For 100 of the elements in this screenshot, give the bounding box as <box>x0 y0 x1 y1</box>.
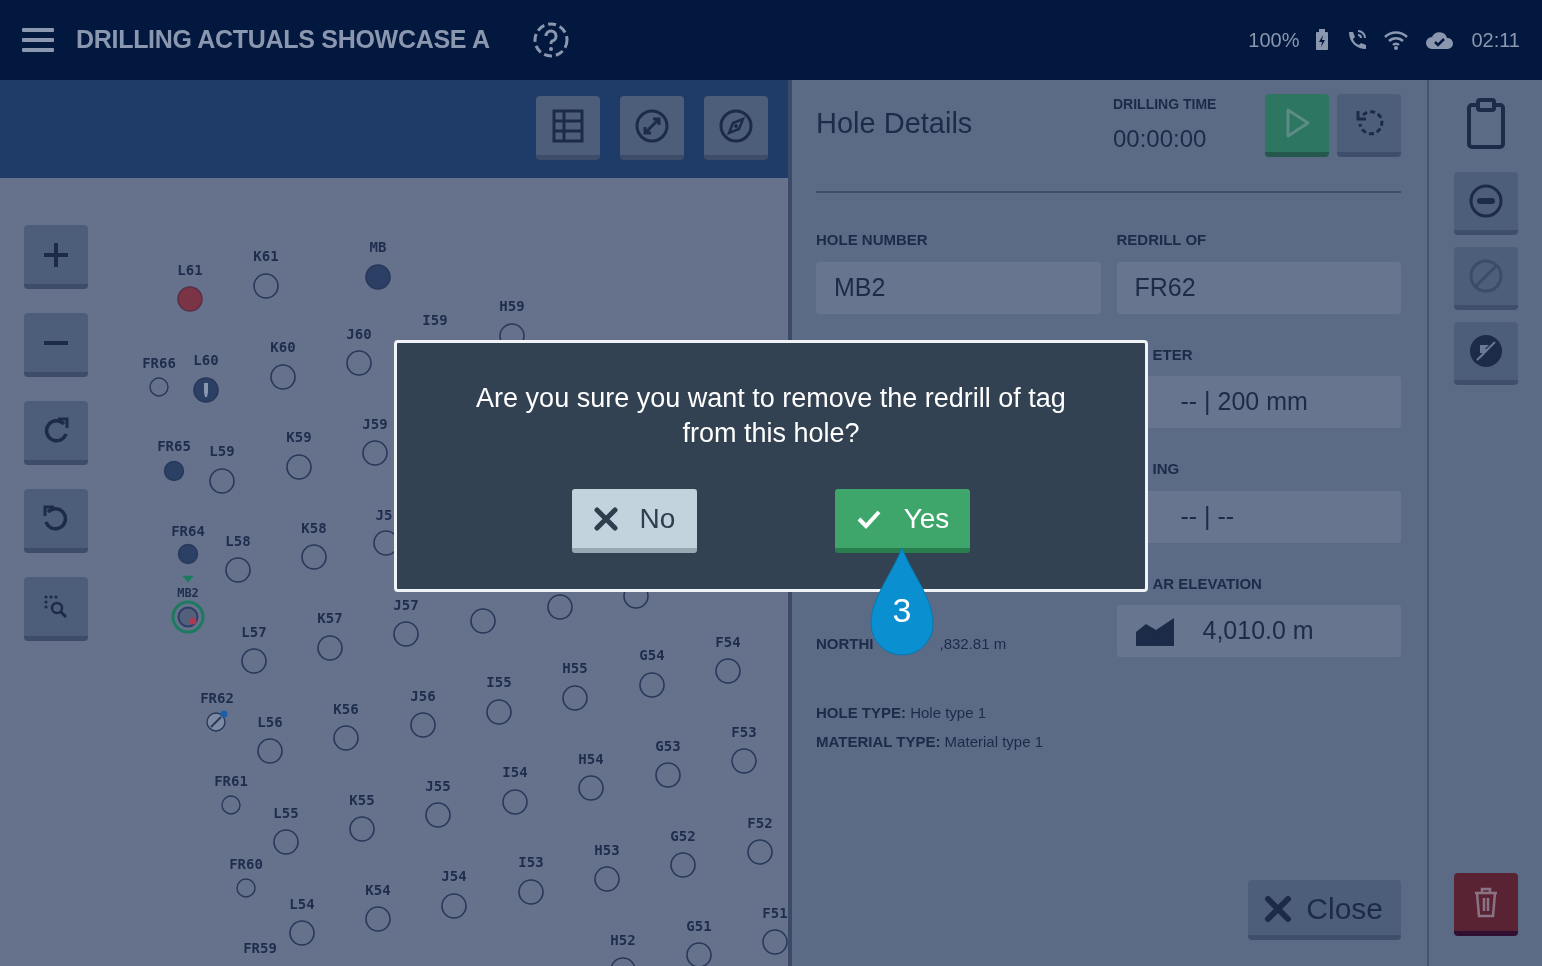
grid-button[interactable] <box>536 96 600 160</box>
hole-marker[interactable] <box>332 724 360 752</box>
menu-icon[interactable] <box>22 26 54 54</box>
hole-marker[interactable] <box>714 657 742 685</box>
hole-marker[interactable] <box>761 928 788 956</box>
hole-marker[interactable] <box>364 905 392 933</box>
trash-icon <box>1472 886 1499 918</box>
hole-marker[interactable] <box>593 865 621 893</box>
hole-marker[interactable] <box>224 556 252 584</box>
hole-marker[interactable] <box>240 647 268 675</box>
hole-label: H54 <box>578 752 604 766</box>
hole-label: J54 <box>441 869 467 883</box>
hole-label: G51 <box>686 919 712 933</box>
hole-label: I59 <box>422 313 448 327</box>
compass-button[interactable] <box>704 96 768 160</box>
battery-percentage: 100% <box>1248 28 1300 53</box>
help-icon[interactable] <box>531 21 570 59</box>
hole-marker[interactable] <box>272 828 300 856</box>
hole-marker[interactable] <box>685 941 713 966</box>
hole-marker[interactable] <box>501 788 529 816</box>
hole-marker[interactable] <box>220 794 242 816</box>
hole-marker[interactable] <box>730 747 758 775</box>
hole-label: L58 <box>225 534 251 548</box>
no-button[interactable]: No <box>572 489 697 554</box>
hole-marker[interactable] <box>177 543 199 565</box>
hole-label: L55 <box>273 806 299 820</box>
field-value: 4,010.0 m <box>1202 615 1314 647</box>
hole-marker[interactable] <box>300 543 328 571</box>
hole-label: FR66 <box>142 356 176 370</box>
yes-button[interactable]: Yes <box>835 489 970 554</box>
hole-marker[interactable] <box>205 709 229 733</box>
hole-marker[interactable] <box>546 593 574 621</box>
hole-label: J59 <box>362 417 388 431</box>
hole-label: K54 <box>365 883 391 897</box>
zoom-to-fit-button[interactable] <box>24 577 88 641</box>
field-value: ,832.81 m <box>939 633 1007 654</box>
zoom-out-button[interactable] <box>24 313 88 377</box>
hole-marker[interactable] <box>561 684 589 712</box>
hole-marker[interactable] <box>285 453 313 481</box>
hole-marker[interactable] <box>176 285 204 313</box>
hole-label: K58 <box>301 521 327 535</box>
reset-button[interactable] <box>1337 94 1401 157</box>
zoom-in-button[interactable] <box>24 225 88 289</box>
hole-label: J5 <box>375 508 393 522</box>
hole-label: J55 <box>425 779 451 793</box>
hole-marker[interactable] <box>269 363 297 391</box>
hole-marker[interactable] <box>392 620 420 648</box>
hole-marker[interactable] <box>288 919 316 947</box>
hole-marker[interactable] <box>746 838 774 866</box>
hole-marker[interactable] <box>669 851 697 879</box>
undo-button[interactable] <box>24 489 88 553</box>
hole-marker[interactable] <box>256 737 284 765</box>
info-line: MATERIAL TYPE: Material type 1 <box>816 731 1044 752</box>
hole-marker[interactable] <box>316 634 344 662</box>
play-button[interactable] <box>1265 94 1329 157</box>
hole-label: K59 <box>286 430 312 444</box>
hole-marker[interactable] <box>163 460 185 482</box>
wifi-icon <box>1383 30 1410 50</box>
hole-label: MB <box>369 240 387 254</box>
pointer-icon <box>182 575 194 583</box>
field-label: REDRILL OF <box>1116 230 1208 250</box>
delete-button[interactable] <box>1453 873 1518 936</box>
hole-label: J57 <box>393 598 419 612</box>
hole-label: FR60 <box>229 857 263 871</box>
hole-marker[interactable] <box>361 439 389 467</box>
redo-button[interactable] <box>24 401 88 465</box>
hole-marker[interactable] <box>577 774 605 802</box>
hole-label: FR64 <box>171 524 205 538</box>
hole-marker[interactable] <box>208 467 236 495</box>
remove-button[interactable] <box>1453 172 1518 235</box>
hole-marker[interactable] <box>517 878 545 906</box>
hole-marker[interactable] <box>424 801 452 829</box>
hole-label: K56 <box>333 702 359 716</box>
hole-marker[interactable] <box>235 877 257 899</box>
drilling-time-value: 00:00:00 <box>1113 124 1208 154</box>
hole-label: K60 <box>270 340 296 354</box>
hole-marker[interactable] <box>469 607 497 635</box>
panel-title: Hole Details <box>816 106 973 141</box>
hole-marker[interactable] <box>148 376 170 398</box>
hole-marker[interactable] <box>364 263 392 291</box>
hole-label: G52 <box>670 829 696 843</box>
hole-marker[interactable] <box>345 349 373 377</box>
hole-marker[interactable] <box>638 671 666 699</box>
expand-button[interactable] <box>620 96 684 160</box>
hole-label: H53 <box>594 843 620 857</box>
hole-marker[interactable] <box>409 711 437 739</box>
hole-label: K57 <box>317 611 343 625</box>
hole-label: H52 <box>610 933 636 947</box>
no-drill-button[interactable] <box>1453 322 1518 385</box>
hole-marker[interactable] <box>348 815 376 843</box>
field-label: ING <box>1151 459 1181 479</box>
hole-marker[interactable] <box>485 698 513 726</box>
hole-marker[interactable] <box>440 892 468 920</box>
clipboard-icon[interactable] <box>1465 98 1506 150</box>
hole-marker[interactable] <box>654 761 682 789</box>
hole-marker[interactable] <box>192 376 220 404</box>
hole-marker[interactable] <box>171 600 205 634</box>
hole-label: FR62 <box>200 691 234 705</box>
hole-marker[interactable] <box>252 272 280 300</box>
dialog-message: Are you sure you want to remove the redrill of tag from this hole? <box>475 382 1067 451</box>
